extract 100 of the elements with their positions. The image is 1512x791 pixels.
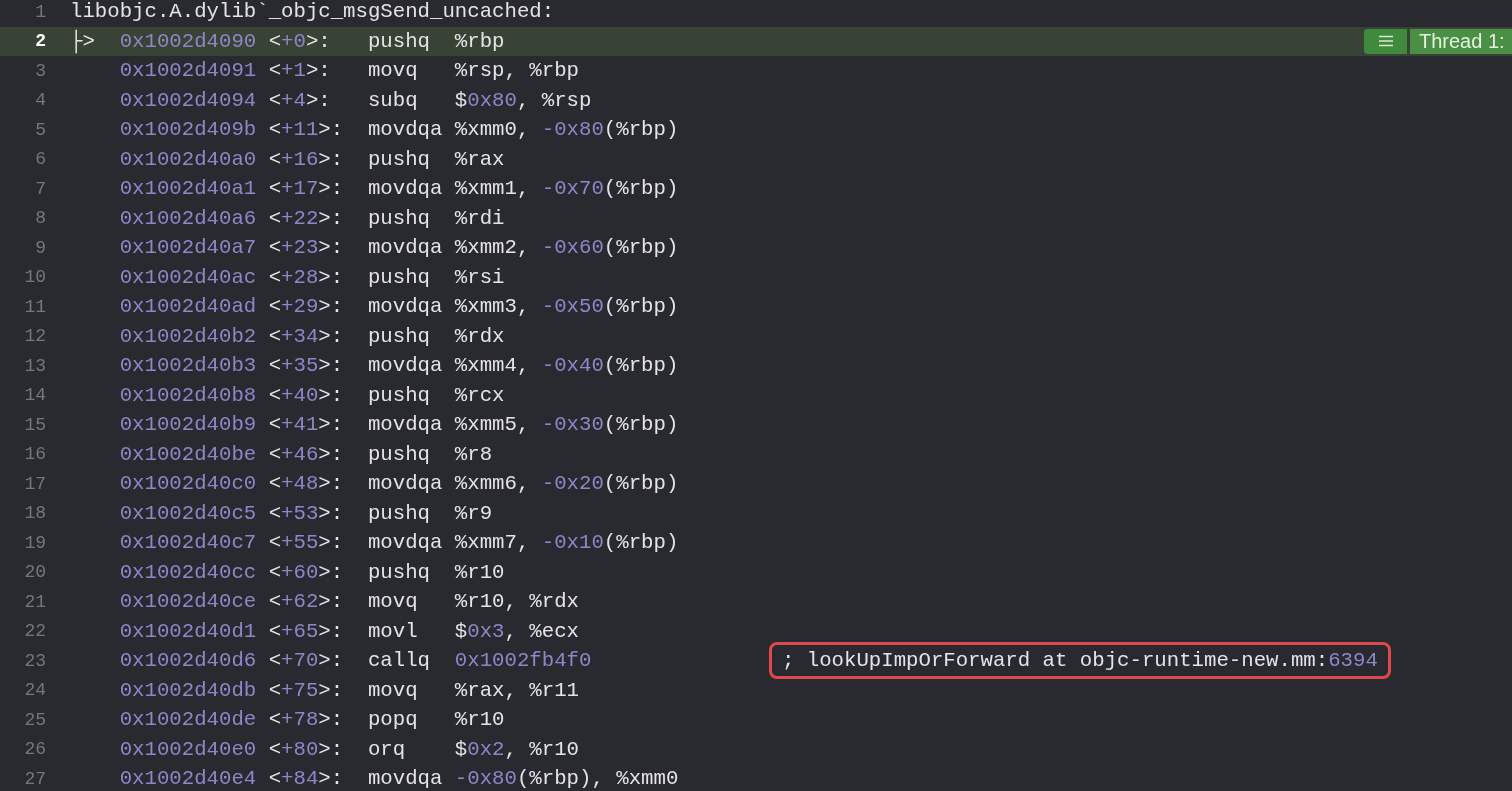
instruction-address: 0x1002d40b3 <box>119 354 258 378</box>
instruction-offset: <+11>: <box>268 118 345 142</box>
instruction-operands: %rdi <box>454 206 506 230</box>
line-number: 27 <box>23 768 46 788</box>
instruction-offset: <+75>: <box>268 678 345 702</box>
instruction-operands: %xmm6, -0x20(%rbp) <box>454 472 680 496</box>
instruction-operands: %rcx <box>454 383 506 407</box>
instruction-address: 0x1002d40ce <box>119 590 258 614</box>
thread-badge[interactable]: Thread 1: <box>1410 28 1512 54</box>
instruction-address: 0x1002d40e4 <box>119 767 258 788</box>
instruction-offset: <+28>: <box>268 265 345 289</box>
instruction-address: 0x1002d40be <box>119 442 258 466</box>
line-number: 15 <box>23 414 46 435</box>
instruction-address: 0x1002d40c5 <box>119 501 258 525</box>
instruction-operands: %rdx <box>454 324 506 348</box>
instruction-offset: <+23>: <box>268 236 345 260</box>
line-number: 10 <box>23 267 46 288</box>
instruction-operands: %xmm7, -0x10(%rbp) <box>454 531 680 555</box>
instruction-mnemonic: pushq <box>367 442 431 466</box>
line-number: 19 <box>23 532 46 553</box>
instruction-address: 0x1002d40a0 <box>119 147 258 171</box>
instruction-offset: <+84>: <box>268 767 345 788</box>
instruction-mnemonic: orq <box>367 737 407 761</box>
instruction-mnemonic: movdqa <box>367 472 444 496</box>
instruction-operands: %rsi <box>454 265 506 289</box>
instruction-offset: <+53>: <box>268 501 345 525</box>
instruction-offset: <+70>: <box>268 649 345 673</box>
instruction-offset: <+34>: <box>268 324 345 348</box>
instruction-operands: %xmm4, -0x40(%rbp) <box>454 354 680 378</box>
function-label: libobjc.A.dylib`_objc_msgSend_uncached: <box>70 0 555 24</box>
line-number: 4 <box>34 90 46 111</box>
instruction-address: 0x1002d40d6 <box>119 649 258 673</box>
line-number: 12 <box>23 326 46 347</box>
instruction-operands: %xmm0, -0x80(%rbp) <box>454 118 680 142</box>
instruction-address: 0x1002d409b <box>119 118 258 142</box>
instruction-mnemonic: pushq <box>367 206 431 230</box>
line-number: 3 <box>34 60 46 81</box>
line-number: 20 <box>23 562 46 583</box>
instruction-offset: <+4>: <box>268 88 332 112</box>
instruction-mnemonic: pushq <box>367 265 431 289</box>
instruction-address: 0x1002d40b9 <box>119 413 258 437</box>
instruction-operands: $0x80, %rsp <box>454 88 593 112</box>
instruction-mnemonic: pushq <box>367 560 431 584</box>
instruction-address: 0x1002d40e0 <box>119 737 258 761</box>
instruction-operands: %rsp, %rbp <box>454 59 580 83</box>
line-number: 7 <box>34 178 46 199</box>
line-number: 8 <box>34 208 46 229</box>
instruction-address: 0x1002d40b2 <box>119 324 258 348</box>
instruction-operands: $0x3, %ecx <box>454 619 580 643</box>
instruction-offset: <+78>: <box>268 708 345 732</box>
instruction-operands: %rbp <box>454 29 506 53</box>
instruction-offset: <+80>: <box>268 737 345 761</box>
instruction-offset: <+62>: <box>268 590 345 614</box>
instruction-operands: 0x1002fb4f0 <box>454 649 593 673</box>
instruction-offset: <+40>: <box>268 383 345 407</box>
instruction-offset: <+0>: <box>268 29 332 53</box>
instruction-operands: %xmm5, -0x30(%rbp) <box>454 413 680 437</box>
instruction-address: 0x1002d40de <box>119 708 258 732</box>
menu-button[interactable] <box>1364 28 1407 54</box>
instruction-address: 0x1002d40b8 <box>119 383 258 407</box>
line-number: 21 <box>23 591 46 612</box>
instruction-mnemonic: callq <box>367 649 431 673</box>
instruction-address: 0x1002d40cc <box>119 560 258 584</box>
instruction-address: 0x1002d40db <box>119 678 258 702</box>
instruction-address: 0x1002d40d1 <box>119 619 258 643</box>
line-number: 24 <box>23 680 46 701</box>
instruction-pointer-arrow: ├> <box>70 29 95 53</box>
instruction-offset: <+22>: <box>268 206 345 230</box>
instruction-mnemonic: movdqa <box>367 531 444 555</box>
instruction-mnemonic: movdqa <box>367 118 444 142</box>
line-number: 2 <box>34 31 46 52</box>
instruction-offset: <+48>: <box>268 472 345 496</box>
instruction-mnemonic: movdqa <box>367 177 444 201</box>
instruction-mnemonic: movdqa <box>367 354 444 378</box>
instruction-mnemonic: movq <box>367 59 419 83</box>
line-number: 14 <box>23 385 46 406</box>
line-number: 13 <box>23 355 46 376</box>
menu-icon <box>1377 35 1394 48</box>
line-number: 16 <box>23 444 46 465</box>
instruction-offset: <+46>: <box>268 442 345 466</box>
line-number: 11 <box>23 296 46 317</box>
instruction-address: 0x1002d40a6 <box>119 206 258 230</box>
line-number: 9 <box>34 237 46 258</box>
instruction-operands: %xmm1, -0x70(%rbp) <box>454 177 680 201</box>
instruction-offset: <+17>: <box>268 177 345 201</box>
instruction-mnemonic: movq <box>367 678 419 702</box>
instruction-operands: -0x80(%rbp), %xmm0 <box>454 767 680 788</box>
instruction-mnemonic: pushq <box>367 383 431 407</box>
instruction-address: 0x1002d40a7 <box>119 236 258 260</box>
instruction-address: 0x1002d4094 <box>119 88 258 112</box>
instruction-mnemonic: movdqa <box>367 295 444 319</box>
instruction-operands: %rax, %r11 <box>454 678 580 702</box>
instruction-operands: %r8 <box>454 442 494 466</box>
instruction-offset: <+35>: <box>268 354 345 378</box>
instruction-operands: %xmm2, -0x60(%rbp) <box>454 236 680 260</box>
instruction-address: 0x1002d40a1 <box>119 177 258 201</box>
instruction-address: 0x1002d40c0 <box>119 472 258 496</box>
instruction-operands: %rax <box>454 147 506 171</box>
line-number: 23 <box>23 650 46 671</box>
instruction-mnemonic: subq <box>367 88 419 112</box>
